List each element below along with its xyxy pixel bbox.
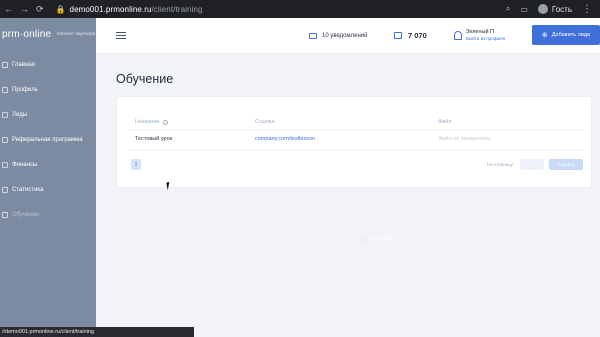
- mouse-cursor-icon: [166, 181, 174, 191]
- training-icon: [2, 211, 8, 218]
- sidebar-item-stats[interactable]: Статистика: [0, 177, 96, 202]
- logout-link[interactable]: Выйти из профиля: [466, 36, 505, 42]
- add-lead-button[interactable]: ⊕ Добавить лида: [532, 25, 600, 45]
- forward-icon[interactable]: →: [20, 4, 29, 14]
- reload-icon[interactable]: ⟳: [36, 4, 44, 15]
- lesson-link[interactable]: company.com/testlesson: [255, 136, 438, 142]
- sidebar-menu: Главная Профиль Лиды Реферальная програм…: [0, 52, 405, 244]
- sidebar-item-home[interactable]: Главная: [0, 52, 96, 77]
- envelope-icon: [309, 32, 317, 39]
- balance[interactable]: 7 070: [394, 31, 427, 40]
- column-header-link: Ссылка: [255, 119, 275, 125]
- wallet-icon: [394, 32, 402, 39]
- add-lead-label: Добавить лида: [551, 32, 591, 38]
- page-number-button[interactable]: 1: [131, 159, 141, 170]
- balance-value: 7 070: [408, 31, 427, 40]
- user-icon: [454, 31, 462, 40]
- sidebar-item-label: Финансы: [12, 161, 38, 168]
- search-icon[interactable]: [162, 119, 168, 125]
- window-icon[interactable]: ▭: [520, 5, 528, 14]
- page-title: Обучение: [116, 72, 174, 86]
- sidebar-item-finance[interactable]: Финансы: [0, 152, 96, 177]
- column-header-name[interactable]: Название: [135, 119, 255, 125]
- sidebar-item-leads[interactable]: Лиды: [0, 102, 96, 127]
- browser-nav: ← → ⟳: [0, 4, 44, 15]
- logo: prm·online: [2, 28, 52, 40]
- finance-icon: [2, 161, 8, 168]
- stats-icon: [2, 186, 8, 193]
- user-name: Зеленый П: [466, 29, 495, 35]
- notifications-button[interactable]: 10 уведомлений: [309, 32, 368, 39]
- page-input[interactable]: [520, 159, 544, 170]
- table-row[interactable]: Тестовый урок company.com/testlesson Фай…: [135, 136, 589, 142]
- sidebar-item-label: Главная: [12, 61, 35, 68]
- sidebar-item-label: Обучение: [12, 211, 40, 218]
- top-header: 10 уведомлений 7 070 Зеленый П Выйти из …: [96, 18, 600, 54]
- divider: [129, 130, 583, 131]
- table-header: Название Ссылка Файл: [135, 119, 589, 125]
- go-button[interactable]: Перейти: [549, 159, 583, 170]
- user-icon: [360, 236, 366, 243]
- guest-avatar-icon: [537, 4, 548, 14]
- guest-label: Гость: [551, 4, 572, 14]
- url-host: demo001.prmonline.ru: [69, 4, 152, 14]
- lesson-name: Тестовый урок: [135, 136, 173, 142]
- sidebar-item-training[interactable]: Обучение: [0, 202, 96, 227]
- browser-actions: ⌕ ▭ Гость ⋮: [506, 4, 600, 15]
- back-icon[interactable]: ←: [4, 4, 13, 14]
- lock-icon[interactable]: 🔒: [56, 5, 66, 14]
- profile-icon: [2, 86, 8, 93]
- sidebar: prm·online Кабинет партнера Главная Проф…: [0, 18, 405, 337]
- sidebar-item-profile[interactable]: Профиль: [0, 77, 96, 102]
- profile-button[interactable]: Гость: [537, 4, 572, 14]
- sidebar-item-label: Реферальная программа: [12, 136, 83, 143]
- user-menu[interactable]: Зеленый П Выйти из профиля: [454, 29, 505, 42]
- per-page-label: На страницу: [487, 162, 514, 167]
- chevron-down-icon: ⌄: [399, 236, 405, 244]
- referral-icon: [2, 136, 8, 143]
- browser-status-bar: //demo001.prmonline.ru/client/training: [0, 327, 194, 337]
- sidebar-user-label: demo001: [370, 236, 396, 243]
- sidebar-item-label: Статистика: [12, 186, 44, 193]
- url-path: /client/training: [151, 4, 203, 14]
- training-table-card: Название Ссылка Файл Тестовый урок compa…: [116, 96, 592, 188]
- brand[interactable]: prm·online Кабинет партнера: [0, 18, 96, 50]
- address-bar[interactable]: demo001.prmonline.ru/client/training: [70, 5, 203, 14]
- browser-toolbar: ← → ⟳ 🔒 demo001.prmonline.ru/client/trai…: [0, 0, 600, 18]
- sidebar-user-menu[interactable]: demo001 ⌄: [358, 227, 419, 252]
- menu-toggle-icon[interactable]: [116, 32, 126, 39]
- sidebar-item-label: Лиды: [12, 111, 28, 118]
- sidebar-item-label: Профиль: [12, 86, 38, 93]
- notifications-label: 10 уведомлений: [322, 32, 368, 39]
- column-header-file: Файл: [438, 119, 452, 125]
- add-user-icon: ⊕: [541, 32, 548, 39]
- home-icon: [2, 61, 8, 68]
- lesson-file: Файл не прикреплен: [438, 136, 491, 142]
- sidebar-item-referral[interactable]: Реферальная программа: [0, 127, 96, 152]
- leads-icon: [2, 111, 8, 118]
- zoom-icon[interactable]: ⌕: [506, 4, 510, 14]
- brand-subtitle: Кабинет партнера: [57, 31, 96, 36]
- browser-menu-icon[interactable]: ⋮: [582, 4, 592, 15]
- divider: [129, 149, 583, 150]
